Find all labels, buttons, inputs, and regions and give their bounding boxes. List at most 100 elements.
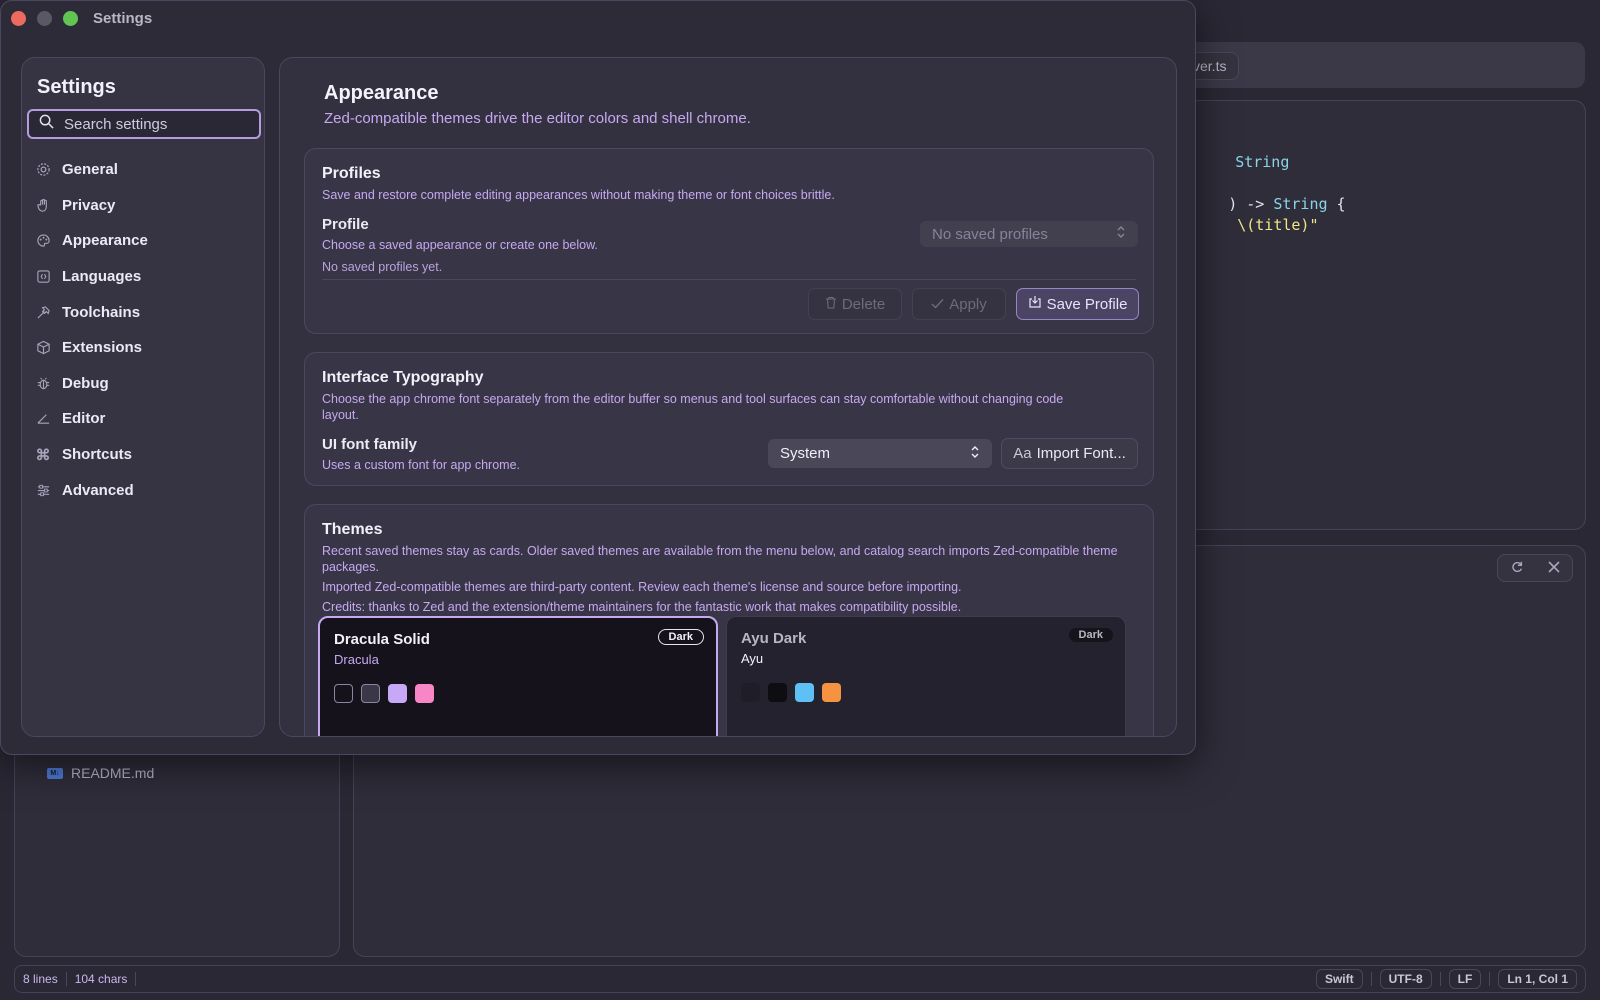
close-icon[interactable] — [1548, 560, 1560, 576]
theme-name: Ayu Dark — [741, 630, 807, 647]
code-bracket-icon — [35, 269, 51, 285]
title-bar: Settings — [1, 1, 1195, 37]
profile-hint: Choose a saved appearance or create one … — [322, 238, 598, 252]
theme-family: Dracula — [334, 652, 379, 667]
palette-icon — [35, 233, 51, 249]
sidebar-item-label: General — [62, 161, 118, 179]
save-icon — [1028, 295, 1042, 313]
typography-title: Interface Typography — [322, 369, 484, 386]
code-token: { — [1327, 195, 1346, 213]
editor-tab-bar — [1185, 42, 1585, 88]
theme-swatches — [334, 684, 434, 703]
window-title: Settings — [93, 10, 153, 27]
line-ending-chip[interactable]: LF — [1448, 969, 1482, 989]
status-bar: 8 lines 104 chars Swift UTF-8 LF Ln 1, C… — [14, 965, 1586, 993]
theme-name: Dracula Solid — [334, 631, 430, 648]
status-divider — [1370, 972, 1372, 986]
refresh-icon[interactable] — [1510, 560, 1524, 577]
search-input[interactable] — [64, 115, 244, 133]
theme-card-dracula-solid[interactable]: Dracula Solid Dracula Dark — [318, 616, 718, 736]
themes-credits: Credits: thanks to Zed and the extension… — [322, 600, 962, 614]
swatch — [361, 684, 380, 703]
profiles-card: Profiles Save and restore complete editi… — [304, 148, 1154, 334]
import-font-label: Import Font... — [1036, 445, 1126, 462]
settings-window: Settings Settings General Privacy Appear… — [0, 0, 1196, 755]
ui-font-select-value: System — [780, 445, 831, 462]
sidebar-item-label: Editor — [62, 410, 106, 428]
code-token: String — [1235, 153, 1290, 171]
status-divider — [1439, 972, 1441, 986]
sidebar-item-label: Debug — [62, 374, 109, 392]
sidebar-item-appearance[interactable]: Appearance — [35, 223, 255, 259]
sidebar-item-advanced[interactable]: Advanced — [35, 472, 255, 508]
code-editor[interactable]: String ) -> String { \(title)" — [1170, 100, 1586, 530]
swatch — [795, 683, 814, 702]
minimize-window-button[interactable] — [37, 11, 52, 26]
file-item-label: README.md — [71, 765, 155, 781]
theme-swatches — [741, 683, 841, 702]
sidebar-item-extensions[interactable]: Extensions — [35, 330, 255, 366]
hammer-icon — [35, 304, 51, 320]
chevron-updown-icon — [1116, 225, 1126, 243]
sidebar-item-privacy[interactable]: Privacy — [35, 188, 255, 224]
sidebar-item-label: Extensions — [62, 339, 143, 357]
sidebar-item-general[interactable]: General — [35, 152, 255, 188]
search-field[interactable] — [27, 109, 261, 139]
theme-card-ayu-dark[interactable]: Ayu Dark Ayu Dark — [726, 616, 1126, 736]
apply-label: Apply — [949, 295, 987, 313]
swatch — [741, 683, 760, 702]
command-icon: ⌘ — [35, 446, 51, 464]
hand-icon — [35, 197, 51, 213]
zoom-window-button[interactable] — [63, 11, 78, 26]
themes-license-note: Imported Zed-compatible themes are third… — [322, 580, 962, 594]
apply-profile-button[interactable]: Apply — [912, 288, 1006, 320]
status-divider — [1489, 972, 1491, 986]
typography-card: Interface Typography Choose the app chro… — [304, 352, 1154, 486]
settings-nav: General Privacy Appearance Languages Too… — [35, 152, 255, 508]
cursor-position-chip[interactable]: Ln 1, Col 1 — [1498, 969, 1577, 989]
chevron-updown-icon — [970, 445, 980, 463]
terminal-actions — [1497, 554, 1573, 582]
swatch — [334, 684, 353, 703]
sidebar-item-label: Appearance — [62, 232, 148, 250]
sidebar-item-label: Languages — [62, 268, 142, 286]
cube-icon — [35, 340, 51, 356]
status-divider — [65, 972, 67, 986]
delete-profile-button[interactable]: Delete — [808, 288, 902, 320]
angle-icon — [35, 411, 51, 427]
sidebar-item-label: Toolchains — [62, 303, 141, 321]
char-count: 104 chars — [74, 972, 128, 986]
sidebar-item-languages[interactable]: Languages — [35, 259, 255, 295]
settings-content: Appearance Zed-compatible themes drive t… — [279, 57, 1177, 737]
page-title: Appearance — [324, 82, 439, 104]
delete-label: Delete — [841, 295, 886, 313]
page-subtitle: Zed-compatible themes drive the editor c… — [324, 110, 751, 127]
profiles-description: Save and restore complete editing appear… — [322, 188, 835, 202]
file-item-readme[interactable]: M↓ README.md — [47, 765, 154, 781]
import-font-button[interactable]: Aa Import Font... — [1001, 438, 1138, 469]
trash-icon — [825, 296, 837, 313]
save-profile-button[interactable]: Save Profile — [1016, 288, 1139, 320]
close-window-button[interactable] — [11, 11, 26, 26]
profile-select-value: No saved profiles — [932, 225, 1048, 243]
theme-badge: Dark — [657, 629, 704, 645]
markdown-icon: M↓ — [47, 767, 63, 779]
language-chip[interactable]: Swift — [1315, 969, 1363, 989]
swatch — [388, 684, 407, 703]
gear-icon — [35, 162, 51, 178]
settings-sidebar: Settings General Privacy Appearance La — [21, 57, 265, 737]
ui-font-select[interactable]: System — [768, 439, 992, 468]
sidebar-item-editor[interactable]: Editor — [35, 401, 255, 437]
line-count: 8 lines — [23, 972, 58, 986]
ui-font-hint: Uses a custom font for app chrome. — [322, 458, 521, 472]
encoding-chip[interactable]: UTF-8 — [1379, 969, 1432, 989]
profile-select[interactable]: No saved profiles — [920, 221, 1138, 247]
theme-badge: Dark — [1068, 628, 1113, 642]
status-divider — [135, 972, 137, 986]
sidebar-item-debug[interactable]: Debug — [35, 366, 255, 402]
sidebar-item-label: Shortcuts — [62, 446, 133, 464]
sidebar-item-shortcuts[interactable]: ⌘ Shortcuts — [35, 437, 255, 473]
profile-label: Profile — [322, 216, 369, 233]
checkmark-icon — [931, 296, 944, 313]
sidebar-item-toolchains[interactable]: Toolchains — [35, 294, 255, 330]
